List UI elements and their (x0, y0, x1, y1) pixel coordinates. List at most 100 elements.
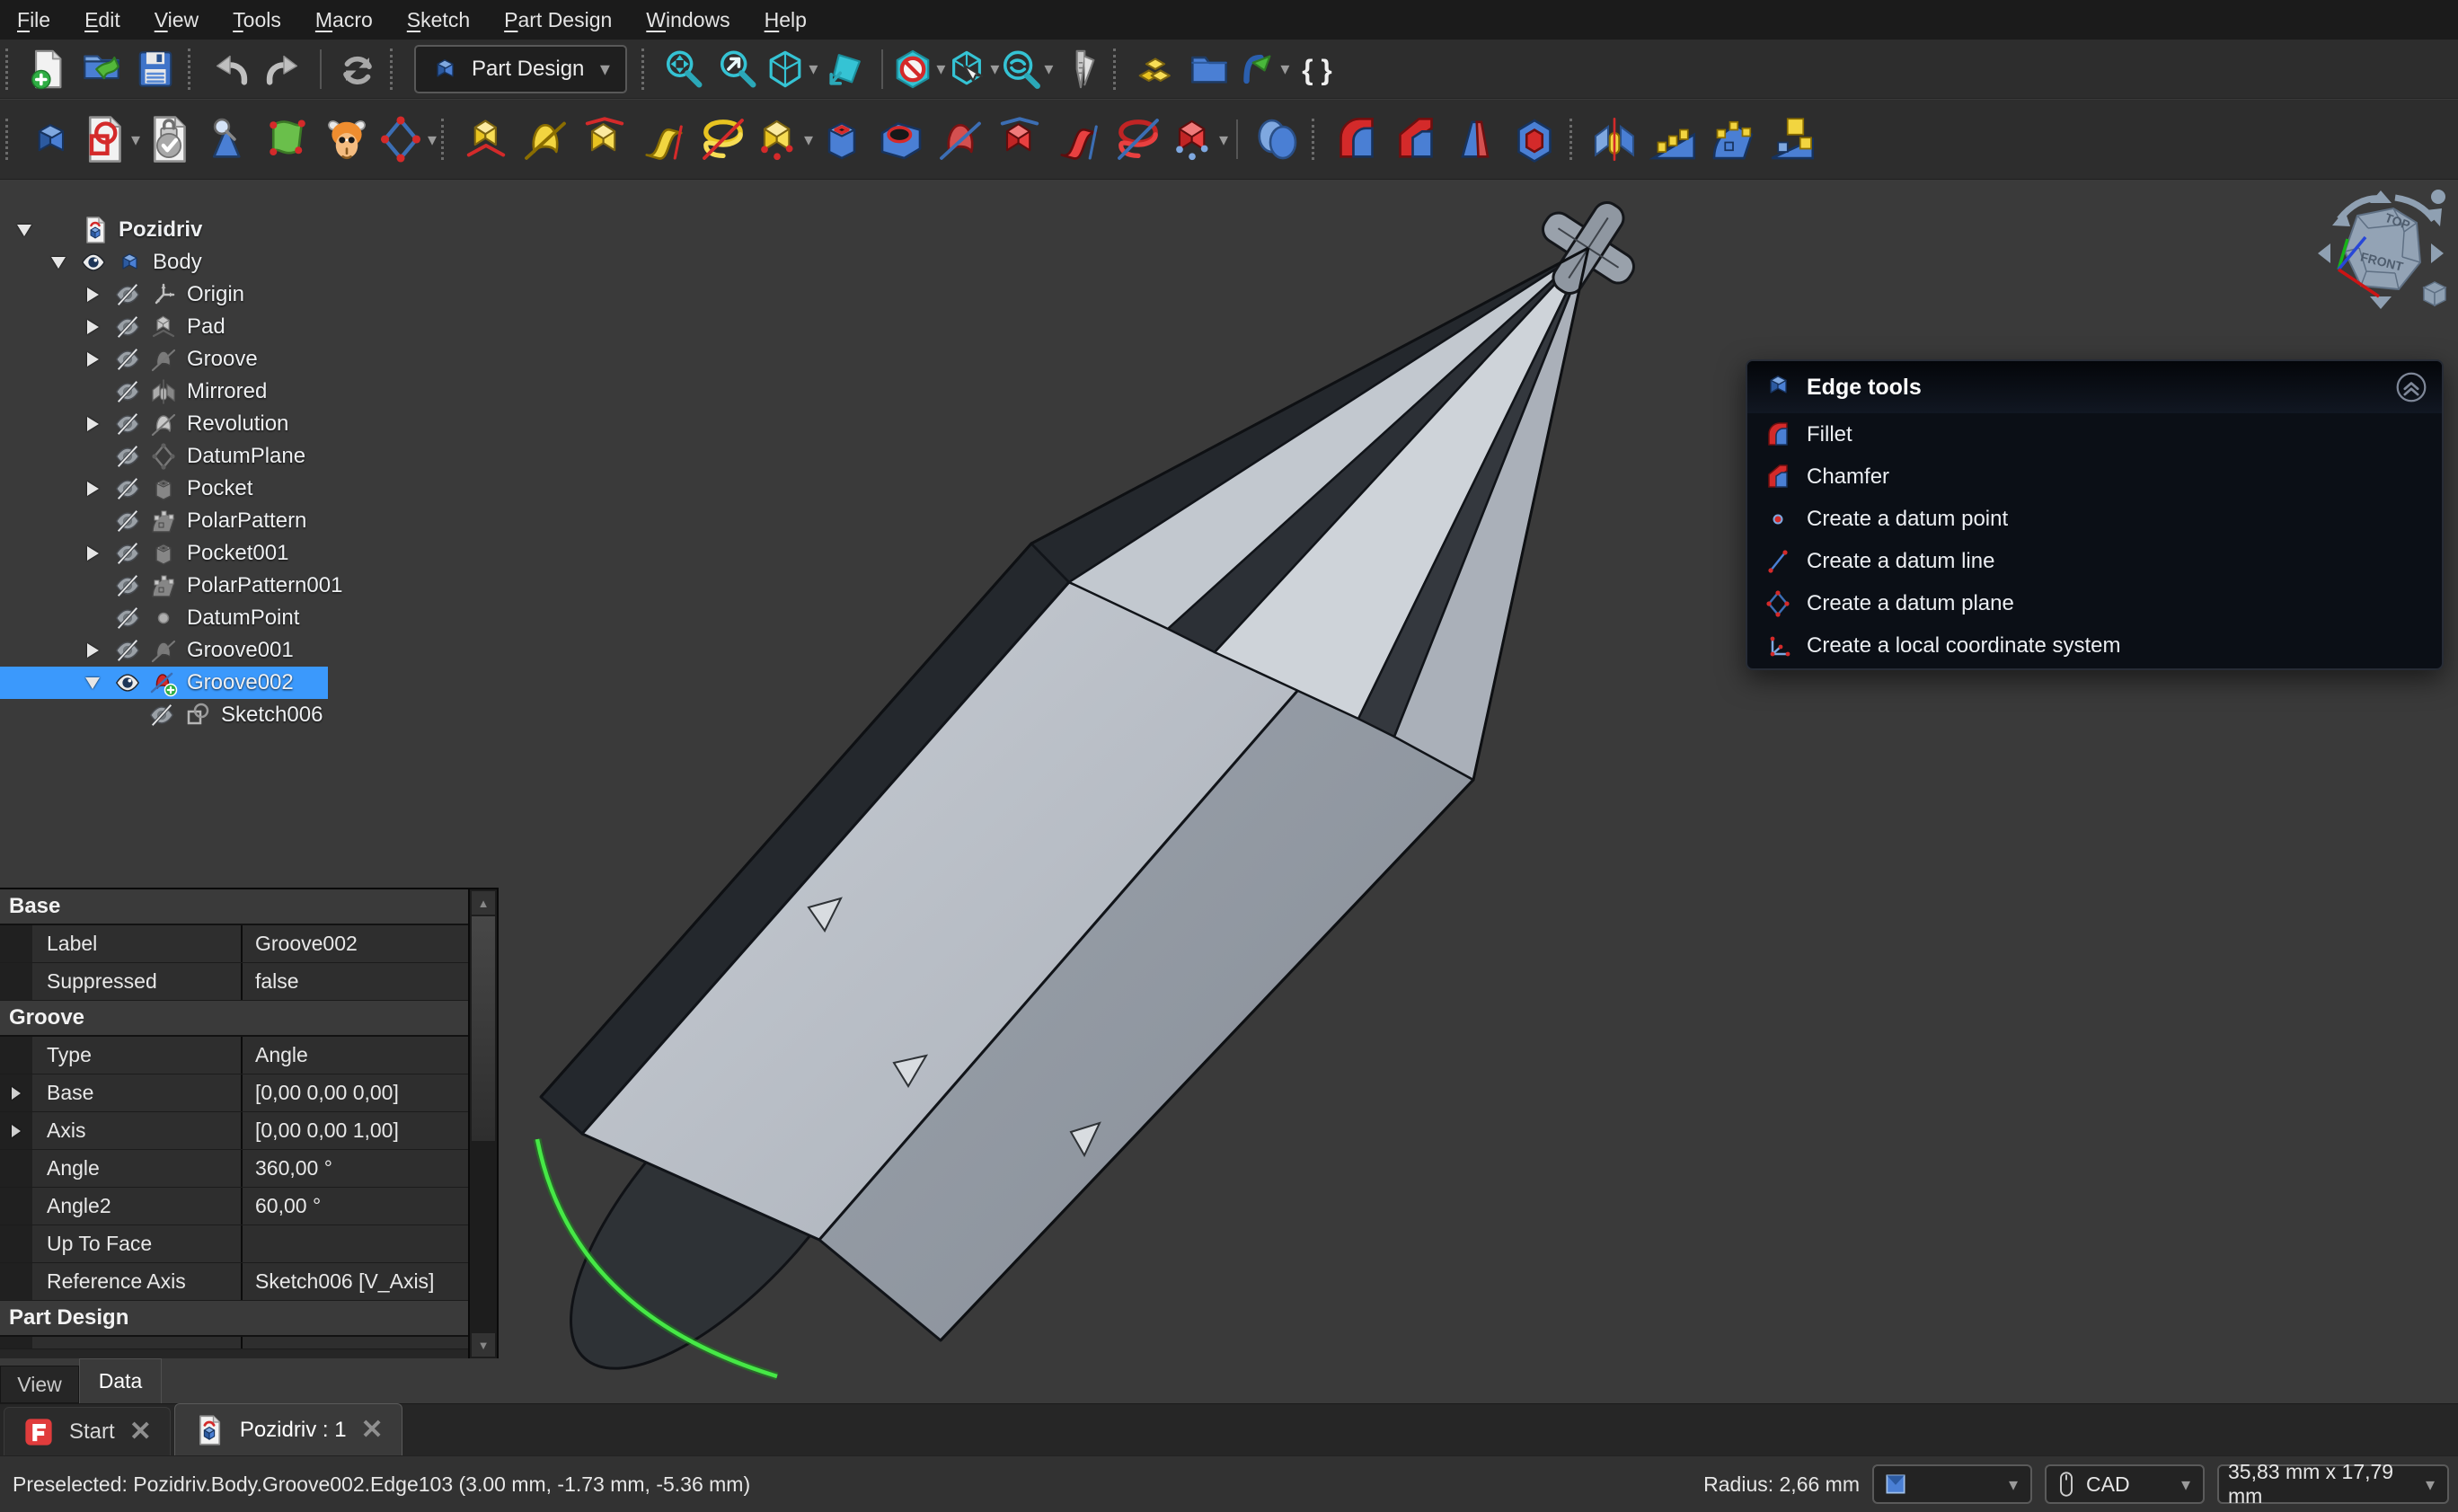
mirrored-button[interactable] (1585, 106, 1644, 172)
mouse-mode-dropdown[interactable]: CAD ▾ (2045, 1464, 2205, 1504)
eye-hidden-icon[interactable] (110, 411, 146, 438)
expander-closed-icon[interactable] (75, 352, 110, 367)
workbench-selector[interactable]: Part Design▾ (414, 45, 627, 93)
expander-closed-icon[interactable] (75, 643, 110, 658)
additive-loft-button[interactable] (575, 106, 634, 172)
edge-tools-header[interactable]: Edge tools (1747, 361, 2442, 413)
open-file-button[interactable] (75, 43, 128, 95)
fillet-button[interactable] (1327, 106, 1386, 172)
toolbar-grip[interactable] (1113, 49, 1120, 90)
edge-tools-item-fillet[interactable]: Fillet (1747, 413, 2442, 455)
hole-button[interactable] (871, 106, 931, 172)
property-expander-icon[interactable] (0, 1074, 32, 1111)
menu-help[interactable]: Help (747, 0, 824, 40)
additive-primitive-button[interactable]: ▾ (753, 106, 812, 172)
new-file-button[interactable] (21, 43, 75, 95)
tree-item-mirrored[interactable]: Mirrored (0, 376, 503, 408)
toolbar-grip[interactable] (641, 49, 649, 90)
eye-hidden-icon[interactable] (110, 475, 146, 502)
eye-hidden-icon[interactable] (110, 572, 146, 599)
toolbar-grip[interactable] (390, 49, 397, 90)
box-select-button[interactable]: ▾ (946, 43, 1000, 95)
edge-tools-item-create-a-datum-plane[interactable]: Create a datum plane (1747, 582, 2442, 624)
tree-item-groove[interactable]: Groove (0, 343, 503, 376)
property-value[interactable]: 60,00 ° (243, 1188, 468, 1225)
subtractive-pipe-button[interactable] (1049, 106, 1109, 172)
create-body-button[interactable] (21, 106, 80, 172)
eye-hidden-icon[interactable] (110, 637, 146, 664)
property-value[interactable]: [0,00 0,00 1,00] (243, 1112, 468, 1149)
expander-open-icon[interactable] (75, 677, 110, 689)
scroll-thumb[interactable] (472, 916, 495, 1141)
multitransform-button[interactable] (1763, 106, 1822, 172)
eye-hidden-icon[interactable] (110, 443, 146, 470)
property-value[interactable] (243, 1225, 468, 1262)
boolean-button[interactable] (1247, 106, 1306, 172)
eye-hidden-icon[interactable] (110, 540, 146, 567)
validate-sketch-button[interactable] (199, 106, 258, 172)
revolution-add-button[interactable] (516, 106, 575, 172)
linear-pattern-button[interactable] (1644, 106, 1703, 172)
subtractive-helix-button[interactable] (1109, 106, 1168, 172)
eye-hidden-icon[interactable] (110, 605, 146, 632)
iso-view-button[interactable]: ▾ (765, 43, 818, 95)
property-value[interactable]: [0,00 0,00 0,00] (243, 1074, 468, 1111)
tree-item-datumpoint[interactable]: DatumPoint (0, 602, 503, 634)
subtractive-primitive-button[interactable]: ▾ (1168, 106, 1227, 172)
toolbar-grip[interactable] (188, 49, 195, 90)
make-link-button[interactable]: ▾ (1236, 43, 1290, 95)
tree-item-pad[interactable]: Pad (0, 311, 503, 343)
edge-tools-item-create-a-datum-point[interactable]: Create a datum point (1747, 498, 2442, 540)
pad-button[interactable] (456, 106, 516, 172)
tree-item-revolution[interactable]: Revolution (0, 408, 503, 440)
chamfer-button[interactable] (1386, 106, 1446, 172)
tree-item-groove001[interactable]: Groove001 (0, 634, 503, 667)
std-group-button[interactable] (1182, 43, 1236, 95)
toolbar-grip[interactable] (441, 119, 448, 160)
navcube-dot[interactable] (2431, 190, 2445, 204)
toolbar-grip[interactable] (5, 119, 13, 160)
collapse-icon[interactable] (2395, 371, 2427, 403)
tab-view[interactable]: View (0, 1366, 79, 1403)
property-value[interactable]: Sketch006 [V_Axis] (243, 1263, 468, 1300)
expander-closed-icon[interactable] (75, 287, 110, 302)
tree-item-pozidriv[interactable]: Pozidriv (0, 214, 503, 246)
refresh-button[interactable] (331, 43, 385, 95)
groove-button[interactable] (931, 106, 990, 172)
tree-item-groove002[interactable]: Groove002 (0, 667, 328, 699)
polar-pattern-button[interactable] (1703, 106, 1763, 172)
eye-hidden-icon[interactable] (110, 378, 146, 405)
expander-closed-icon[interactable] (75, 417, 110, 431)
expander-open-icon[interactable] (41, 257, 75, 269)
close-icon[interactable]: ✕ (361, 1417, 384, 1444)
eye-hidden-icon[interactable] (144, 702, 180, 729)
menu-part-design[interactable]: Part Design (487, 0, 629, 40)
tab-data[interactable]: Data (79, 1358, 162, 1403)
property-value[interactable]: Angle (243, 1037, 468, 1074)
scroll-up-button[interactable]: ▲ (472, 891, 495, 915)
scroll-down-button[interactable]: ▼ (472, 1333, 495, 1357)
additive-helix-button[interactable] (694, 106, 753, 172)
close-icon[interactable]: ✕ (129, 1419, 152, 1446)
shapebinder-button[interactable] (317, 106, 376, 172)
measure-caliper-button[interactable] (1054, 43, 1108, 95)
clip-plane-button[interactable]: ▾ (892, 43, 946, 95)
save-file-button[interactable] (128, 43, 182, 95)
menu-file[interactable]: File (0, 0, 67, 40)
zoom-sync-button[interactable]: ▾ (1000, 43, 1054, 95)
menu-windows[interactable]: Windows (629, 0, 747, 40)
eye-visible-icon[interactable] (110, 669, 146, 696)
fit-selection-button[interactable] (711, 43, 765, 95)
property-value[interactable]: 360,00 ° (243, 1150, 468, 1187)
menu-view[interactable]: View (137, 0, 216, 40)
pocket-button[interactable] (812, 106, 871, 172)
additive-pipe-button[interactable] (634, 106, 694, 172)
draft-button[interactable] (1446, 106, 1505, 172)
expander-closed-icon[interactable] (75, 320, 110, 334)
navcube-mini-cube[interactable] (2424, 282, 2445, 305)
toolbar-grip[interactable] (5, 49, 13, 90)
tree-item-sketch006[interactable]: Sketch006 (0, 699, 503, 731)
create-datum-button[interactable]: ▾ (376, 106, 436, 172)
shapebinder-sub-button[interactable] (258, 106, 317, 172)
align-view-button[interactable] (818, 43, 872, 95)
